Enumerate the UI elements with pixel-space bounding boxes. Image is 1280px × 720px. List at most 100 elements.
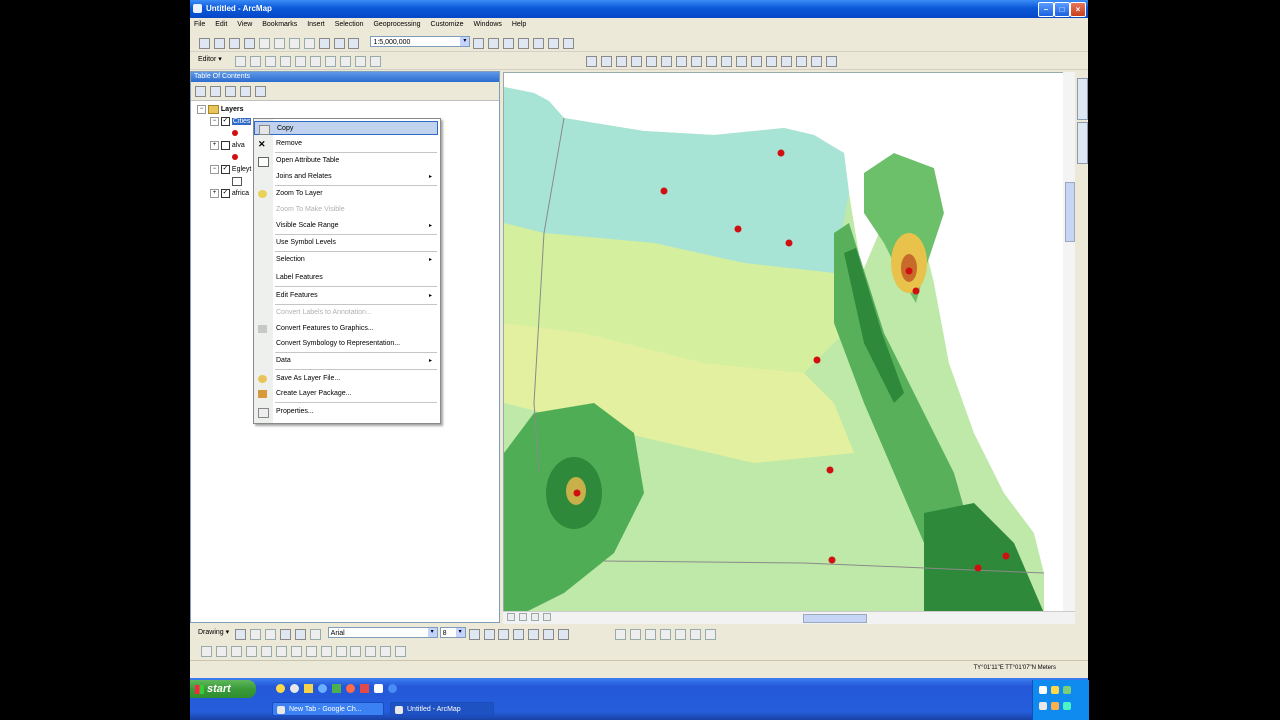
arc-icon[interactable]: [279, 56, 291, 67]
split-icon[interactable]: [324, 56, 336, 67]
forward-extent-icon[interactable]: [691, 56, 703, 67]
list-by-source-icon[interactable]: [209, 86, 221, 97]
tray-app-icon[interactable]: [1063, 686, 1071, 694]
layer-visibility-checkbox[interactable]: [220, 140, 230, 150]
quicklaunch-icon[interactable]: [374, 684, 383, 693]
select-features-icon[interactable]: [706, 56, 718, 67]
menu-customize[interactable]: Customize: [426, 19, 467, 28]
menu-item-zoom-to-make-visible[interactable]: Zoom To Make Visible: [254, 203, 438, 217]
menu-item-edit-features[interactable]: Edit Features ▸: [254, 289, 438, 303]
scroll-thumb[interactable]: [1065, 182, 1075, 242]
copy-features-icon[interactable]: [200, 646, 212, 657]
undo-icon[interactable]: [318, 38, 330, 49]
georef-icon[interactable]: [645, 629, 657, 640]
toc-layer-row[interactable]: + ✓ africa: [210, 188, 249, 199]
edit-tool-icon[interactable]: [234, 56, 246, 67]
georef-icon[interactable]: [675, 629, 687, 640]
font-color-icon[interactable]: [513, 629, 525, 640]
new-document-icon[interactable]: [198, 38, 210, 49]
quicklaunch-icon[interactable]: [346, 684, 355, 693]
delete-icon[interactable]: [303, 38, 315, 49]
search-window-icon[interactable]: [518, 38, 530, 49]
city-point[interactable]: [912, 287, 920, 295]
georef-icon[interactable]: [660, 629, 672, 640]
copy-icon[interactable]: [273, 38, 285, 49]
menu-item-zoom-to-layer[interactable]: Zoom To Layer: [254, 187, 438, 201]
georef-icon[interactable]: [704, 629, 716, 640]
maximize-button[interactable]: □: [1054, 2, 1070, 17]
georef-icon[interactable]: [630, 629, 642, 640]
quicklaunch-icon[interactable]: [304, 684, 313, 693]
volume-icon[interactable]: [1051, 686, 1059, 694]
time-slider-icon[interactable]: [825, 56, 837, 67]
identify-icon[interactable]: [750, 56, 762, 67]
extend-icon[interactable]: [230, 646, 242, 657]
font-size-combo[interactable]: 8 ▾: [439, 627, 466, 638]
html-popup-icon[interactable]: [810, 56, 822, 67]
city-point[interactable]: [1002, 552, 1010, 560]
menu-windows[interactable]: Windows: [470, 19, 506, 28]
layer-name[interactable]: africa: [232, 190, 249, 197]
list-by-selection-icon[interactable]: [239, 86, 251, 97]
georef-icon[interactable]: [689, 629, 701, 640]
quicklaunch-icon[interactable]: [360, 684, 369, 693]
menu-file[interactable]: File: [190, 19, 209, 28]
trim-icon[interactable]: [245, 646, 257, 657]
taskbar-item-arcmap[interactable]: Untitled - ArcMap: [390, 702, 494, 716]
menu-item-convert-labels-to-annotation[interactable]: Convert Labels to Annotation...: [254, 306, 438, 320]
toc-layer-row[interactable]: + alva: [210, 140, 245, 151]
sketch-properties-icon[interactable]: [369, 56, 381, 67]
redo-icon[interactable]: [333, 38, 345, 49]
smooth-icon[interactable]: [305, 646, 317, 657]
quicklaunch-icon[interactable]: [290, 684, 299, 693]
map-vertical-scrollbar[interactable]: [1063, 72, 1075, 612]
rotate-icon[interactable]: [339, 56, 351, 67]
rectangle-icon[interactable]: [279, 629, 291, 640]
menu-edit[interactable]: Edit: [211, 19, 231, 28]
marker-color-icon[interactable]: [558, 629, 570, 640]
refresh-icon[interactable]: [530, 613, 539, 621]
clear-selection-icon[interactable]: [721, 56, 733, 67]
construct-points-icon[interactable]: [320, 646, 332, 657]
city-point[interactable]: [905, 267, 913, 275]
close-button[interactable]: ×: [1070, 2, 1086, 17]
city-point[interactable]: [785, 239, 793, 247]
menu-item-joins-and-relates[interactable]: Joins and Relates ▸: [254, 170, 438, 184]
collapse-icon[interactable]: −: [197, 104, 206, 114]
quicklaunch-icon[interactable]: [388, 684, 397, 693]
menu-item-use-symbol-levels[interactable]: Use Symbol Levels: [254, 236, 438, 250]
menu-item-create-layer-package[interactable]: Create Layer Package...: [254, 387, 438, 401]
menu-item-remove[interactable]: ✕ Remove: [254, 137, 438, 151]
catalog-tab[interactable]: [1077, 78, 1088, 120]
find-icon[interactable]: [765, 56, 777, 67]
expand-icon[interactable]: +: [210, 140, 219, 150]
open-icon[interactable]: [213, 38, 225, 49]
start-button[interactable]: start: [190, 680, 256, 698]
toc-icon[interactable]: [488, 38, 500, 49]
underline-icon[interactable]: [498, 629, 510, 640]
network-icon[interactable]: [1039, 686, 1047, 694]
map-scale-combo[interactable]: 1:5,000,000 ▾: [370, 36, 471, 47]
select-elements-icon[interactable]: [234, 629, 246, 640]
menu-selection[interactable]: Selection: [331, 19, 368, 28]
city-point[interactable]: [734, 225, 742, 233]
editor-menu-button[interactable]: Editor ▾: [196, 54, 232, 65]
explode-icon[interactable]: [275, 646, 287, 657]
layer-visibility-checkbox[interactable]: ✓: [220, 116, 230, 126]
zoom-out-icon[interactable]: [601, 56, 613, 67]
model-builder-icon[interactable]: [563, 38, 575, 49]
quicklaunch-icon[interactable]: [276, 684, 285, 693]
sketch-icon[interactable]: [249, 56, 261, 67]
menu-item-data[interactable]: Data ▸: [254, 354, 438, 368]
toc-layer-row[interactable]: − ✓ Egleyt: [210, 164, 251, 175]
text-icon[interactable]: [294, 629, 306, 640]
map-canvas[interactable]: [504, 73, 1075, 612]
fillet-icon[interactable]: [215, 646, 227, 657]
menu-item-convert-symbology[interactable]: Convert Symbology to Representation...: [254, 337, 438, 351]
measure-icon[interactable]: [780, 56, 792, 67]
menu-item-selection[interactable]: Selection ▸: [254, 253, 438, 267]
fixed-zoom-in-icon[interactable]: [646, 56, 658, 67]
toc-layer-row[interactable]: − ✓ Cities: [210, 116, 252, 127]
topology-icon[interactable]: [395, 646, 407, 657]
tray-app-icon[interactable]: [1039, 702, 1047, 710]
